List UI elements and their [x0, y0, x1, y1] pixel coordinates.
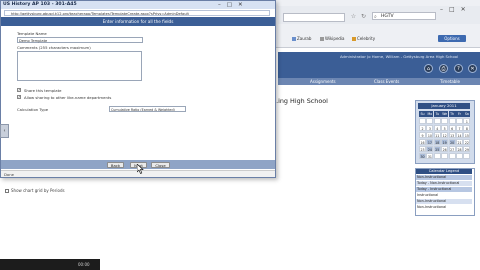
player-time: 00:00	[78, 262, 90, 267]
calendar-day[interactable]: 14	[456, 132, 463, 138]
calendar-day	[463, 153, 471, 159]
calendar-title: January 2011	[418, 103, 470, 109]
legend-item: Non-Instructional	[416, 175, 472, 180]
calendar-day	[426, 118, 434, 124]
calendar-day	[448, 118, 456, 124]
calendar-dow: Fr	[456, 111, 463, 117]
calendar-day[interactable]: 25	[433, 146, 441, 152]
calendar-day[interactable]: 17	[426, 139, 434, 145]
calendar-day	[456, 118, 463, 124]
calculation-type-select[interactable]: Cumulative Ratio (Earned & Weighted)	[109, 106, 186, 112]
close-button[interactable]: Close	[151, 162, 170, 168]
allow-sharing-label: Allow sharing to other like-name departm…	[24, 95, 112, 100]
calendar-day[interactable]: 8	[463, 125, 471, 131]
popup-url-bar[interactable]: http://gettysburg.gbusd.k12.org/teachera…	[4, 10, 270, 16]
show-grid-label: Show chart grid by Periods	[11, 188, 65, 193]
calendar-day[interactable]: 5	[441, 125, 449, 131]
calendar-dow: We	[441, 111, 449, 117]
calendar-day[interactable]: 15	[463, 132, 471, 138]
bookmark-wikipedia[interactable]: Wikipedia	[320, 36, 345, 41]
calendar-day[interactable]: 4	[433, 125, 441, 131]
calendar-day[interactable]: 19	[441, 139, 449, 145]
calendar-dow: Tu	[433, 111, 441, 117]
side-handle-icon[interactable]: ‹	[0, 124, 9, 138]
calendar-day[interactable]: 31	[426, 153, 434, 159]
template-name-input[interactable]: Demo Template	[17, 37, 143, 43]
comments-label: Comments (255 characters maximum)	[17, 45, 91, 50]
tab-timetable[interactable]: Timetable	[440, 79, 460, 84]
calendar-day	[448, 153, 456, 159]
calendar-day[interactable]: 10	[426, 132, 434, 138]
school-title: ...ing High School	[272, 97, 328, 105]
help-icon[interactable]: ?	[454, 64, 463, 73]
print-icon[interactable]: ⎙	[439, 64, 448, 73]
calendar-day[interactable]: 23	[419, 146, 426, 152]
calendar-dow: Th	[448, 111, 456, 117]
legend-item: Non-Instructional	[416, 199, 472, 204]
calendar-day[interactable]: 27	[448, 146, 456, 152]
calendar-day[interactable]: 26	[441, 146, 449, 152]
comments-textarea[interactable]	[17, 51, 142, 81]
calendar-day[interactable]: 1	[463, 118, 471, 124]
calendar-day[interactable]: 16	[419, 139, 426, 145]
popup-title: US History AP 103 - 301-A45	[3, 2, 77, 7]
legend-title: Calendar Legend	[416, 169, 472, 174]
popup-window-controls[interactable]: –□✕	[218, 1, 249, 9]
calendar-day[interactable]: 29	[463, 146, 471, 152]
legend-item: Today - Instructional	[416, 187, 472, 192]
calendar-day[interactable]: 3	[426, 125, 434, 131]
legend-item: Non-Instructional	[416, 205, 472, 210]
calendar-dow: Sa	[463, 111, 471, 117]
calendar-day	[441, 153, 449, 159]
site-welcome-text: Administrator Jo Horne, William - Gettys…	[340, 54, 459, 59]
bookmark-zaurab[interactable]: Zaurab	[292, 36, 311, 41]
legend-item: Instructional	[416, 193, 472, 198]
share-template-checkbox[interactable]: ✓	[17, 88, 21, 92]
tab-assignments[interactable]: Assignments	[310, 79, 336, 84]
back-button[interactable]: Back	[107, 162, 124, 168]
calendar-day[interactable]: 22	[463, 139, 471, 145]
calendar-day[interactable]: 18	[433, 139, 441, 145]
search-text: HGTV	[381, 14, 394, 19]
calendar-day[interactable]: 2	[419, 125, 426, 131]
options-button[interactable]: Options	[438, 35, 466, 42]
address-bar[interactable]	[283, 13, 345, 22]
calendar-dow: Su	[419, 111, 426, 117]
bookmark-celebrity[interactable]: Celebrity	[352, 36, 375, 41]
search-icon: ⌕	[374, 14, 377, 20]
share-template-label: Share this template	[24, 88, 62, 93]
calendar-day	[433, 118, 441, 124]
calendar-day	[456, 153, 463, 159]
calendar-day[interactable]: 11	[433, 132, 441, 138]
calendar-day[interactable]: 20	[448, 139, 456, 145]
show-grid-checkbox[interactable]	[5, 189, 9, 193]
calendar-day[interactable]: 6	[448, 125, 456, 131]
popup-heading: Enter information for all the fields	[102, 19, 174, 24]
cursor-icon	[137, 164, 144, 174]
calendar-day[interactable]: 12	[441, 132, 449, 138]
calendar-day[interactable]: 21	[456, 139, 463, 145]
browser-search-input[interactable]: ⌕ HGTV	[372, 12, 436, 20]
refresh-icon[interactable]: ↻	[360, 13, 367, 20]
window-controls[interactable]: –□✕	[440, 6, 472, 13]
star-icon[interactable]: ☆	[350, 13, 357, 20]
calendar-day[interactable]: 28	[456, 146, 463, 152]
calendar-day[interactable]: 9	[419, 132, 426, 138]
legend-item: Today - Non-Instructional	[416, 181, 472, 186]
calendar-dow: Mo	[426, 111, 434, 117]
calendar-day	[419, 118, 426, 124]
template-name-label: Template Name	[17, 31, 47, 36]
home-icon[interactable]: ⌂	[424, 64, 433, 73]
allow-sharing-checkbox[interactable]: ✓	[17, 95, 21, 99]
calendar-day	[433, 153, 441, 159]
close-icon[interactable]: ✕	[468, 64, 477, 73]
calendar-day[interactable]: 7	[456, 125, 463, 131]
tab-class-events[interactable]: Class Events	[374, 79, 399, 84]
calculation-type-label: Calculation Type	[17, 107, 49, 112]
calendar-day[interactable]: 13	[448, 132, 456, 138]
calendar-day	[441, 118, 449, 124]
calendar-day[interactable]: 24	[426, 146, 434, 152]
calendar-day[interactable]: 30	[419, 153, 426, 159]
